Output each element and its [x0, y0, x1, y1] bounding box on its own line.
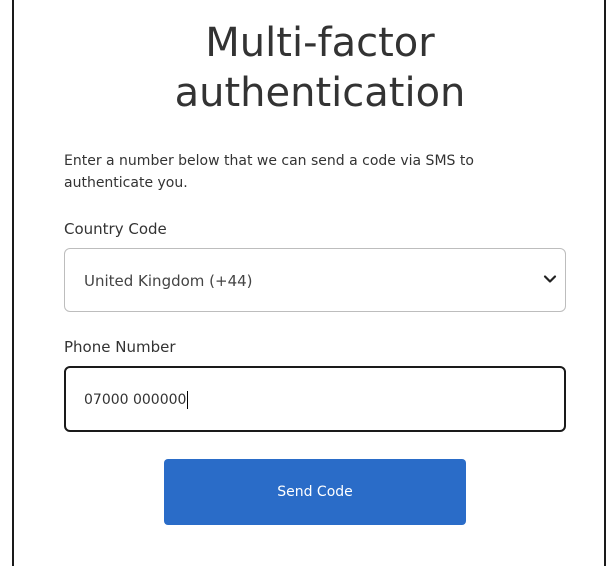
country-code-select[interactable]: United Kingdom (+44) [64, 248, 566, 312]
page-title-line-2: authentication [174, 70, 466, 116]
phone-number-value: 07000 000000 [84, 391, 189, 409]
phone-number-text: 07000 000000 [84, 392, 187, 408]
page-title: Multi-factor authentication [0, 18, 608, 118]
instructions-text: Enter a number below that we can send a … [64, 153, 474, 191]
send-code-button[interactable]: Send Code [164, 459, 466, 525]
country-code-selected-value: United Kingdom (+44) [84, 272, 253, 290]
chevron-down-icon [543, 275, 557, 283]
text-cursor [187, 391, 189, 409]
phone-number-label: Phone Number [64, 338, 176, 356]
phone-number-input[interactable]: 07000 000000 [64, 366, 566, 432]
page-title-line-1: Multi-factor [205, 20, 435, 66]
country-code-label: Country Code [64, 220, 167, 238]
